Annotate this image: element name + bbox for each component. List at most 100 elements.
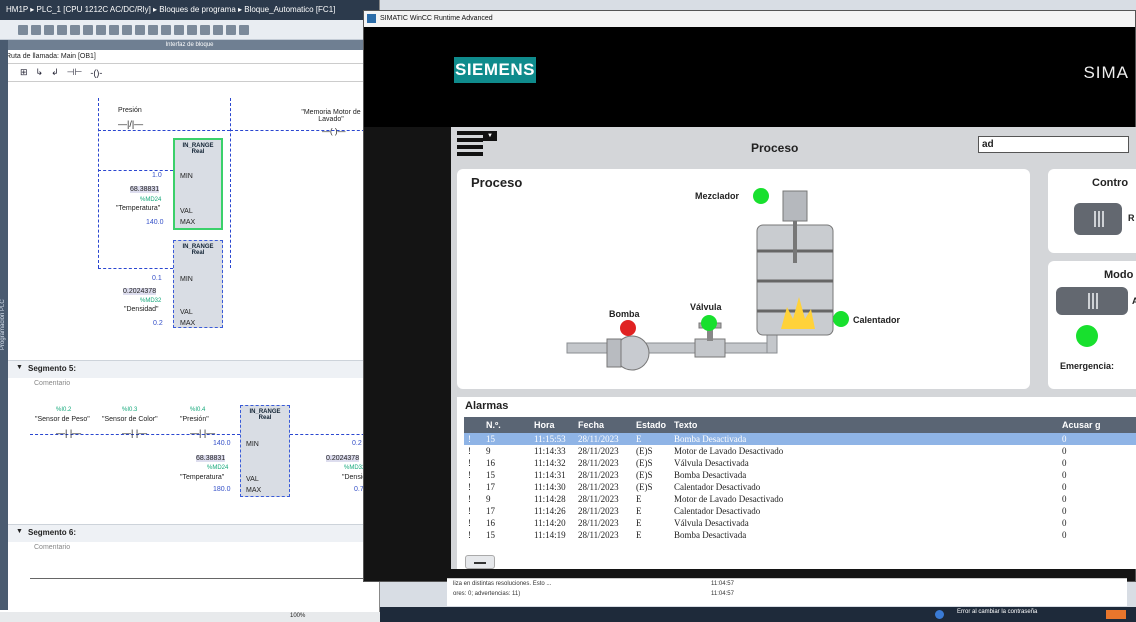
col-fecha[interactable]: Fecha (574, 417, 632, 433)
control-switch[interactable] (1074, 203, 1122, 235)
toolbar-icon[interactable] (44, 24, 54, 35)
alarm-row[interactable]: ! 17 11:14:30 28/11/2023 (E)S Calentador Desa… (464, 481, 1136, 493)
col-no[interactable]: N.º. (482, 417, 530, 433)
mode-switch[interactable] (1056, 287, 1128, 315)
toolbar-icon[interactable] (57, 24, 67, 35)
user-field[interactable]: ad (978, 136, 1129, 153)
pin-label: MAX (180, 320, 196, 327)
in-range-block-1[interactable]: IN_RANGE Real (173, 138, 223, 230)
portal-side-strip[interactable]: Programación PLC (0, 40, 8, 610)
alarm-row[interactable]: ! 15 11:14:31 28/11/2023 (E)S Bomba Desactiva… (464, 469, 1136, 481)
toolbar-icon[interactable] (135, 24, 145, 35)
toolbar-icon[interactable] (148, 24, 158, 35)
toolbar-icon[interactable] (200, 24, 210, 35)
toolbar-icon[interactable] (213, 24, 223, 35)
block-type: IN_RANGE (249, 409, 281, 415)
zoom-level[interactable]: 100% (290, 613, 305, 619)
collapse-icon[interactable]: ▼ (16, 528, 23, 535)
segment-comment[interactable]: Comentario (34, 544, 70, 551)
monitor-value: 68.38831 (196, 455, 226, 462)
no-contact[interactable]: —| |— (56, 428, 81, 438)
alarm-row[interactable]: ! 15 11:15:53 28/11/2023 E Bomba Desactivada 0 (464, 433, 1136, 445)
coil[interactable]: —( )— (322, 127, 346, 136)
in-range-block-3[interactable]: IN_RANGE Real (240, 405, 290, 497)
toolbar-icon[interactable] (239, 24, 249, 35)
contact-icon[interactable]: ⊣⊢ (67, 67, 83, 78)
collapse-icon[interactable]: ▼ (16, 364, 23, 371)
branch-close-icon[interactable]: ↲ (51, 67, 59, 78)
toolbar-icon[interactable] (31, 24, 41, 35)
alarm-ack-button[interactable] (465, 555, 495, 569)
toolbar-icon[interactable] (18, 24, 28, 35)
wincc-titlebar[interactable]: SIMATIC WinCC Runtime Advanced (364, 11, 1135, 27)
valve-icon (694, 338, 726, 358)
alarm-row[interactable]: ! 9 11:14:33 28/11/2023 (E)S Motor de Lavado … (464, 445, 1136, 457)
no-contact[interactable]: —| |— (122, 428, 147, 438)
alarm-row[interactable]: ! 15 11:14:19 28/11/2023 E Bomba Desactivada 0 (464, 529, 1136, 541)
segment-comment[interactable]: Comentario (34, 380, 70, 387)
alarm-cell-hora: 11:14:26 (534, 506, 566, 516)
block-interface-bar[interactable]: Interfaz de bloque (0, 40, 379, 50)
toolbar-icon[interactable] (187, 24, 197, 35)
monitor-value: 0.2024378 (326, 455, 360, 462)
toolbar-icon[interactable] (70, 24, 80, 35)
output-log: liza en distintas resoluciones. Esto ...… (447, 578, 1127, 606)
screen-header: ▼ Proceso ad (451, 127, 1136, 169)
branch-open-icon[interactable]: ↳ (36, 67, 44, 78)
alarm-cell-texto: Bomba Desactivada (674, 530, 747, 540)
tag-name: "Sensor de Peso" (35, 416, 90, 423)
col-acusar[interactable]: Acusar g (1058, 417, 1136, 433)
pin-label: MIN (180, 173, 193, 180)
alarm-row[interactable]: ! 16 11:14:32 28/11/2023 (E)S Válvula Desacti… (464, 457, 1136, 469)
horizontal-scrollbar[interactable]: 100% (0, 612, 380, 622)
tag-name: "Temperatura" (180, 474, 225, 481)
alarm-table[interactable]: N.º. Hora Fecha Estado Texto Acusar g ! 1… (464, 417, 1136, 541)
toolbar-icon[interactable] (174, 24, 184, 35)
toolbar-icon[interactable] (96, 24, 106, 35)
hmi-screen: ▼ Proceso ad Proceso Mezclador Bomba Vál… (451, 127, 1136, 569)
alarm-cell-fecha: 28/11/2023 (578, 458, 619, 468)
alarm-cell-mark: ! (468, 506, 471, 516)
col-estado[interactable]: Estado (632, 417, 670, 433)
info-icon[interactable] (935, 610, 944, 619)
alarm-cell-no: 15 (482, 433, 530, 445)
coil-tag: "Memoria Motor de Lavado" (301, 109, 361, 123)
alarm-cell-estado: (E)S (636, 482, 653, 492)
col-hora[interactable]: Hora (530, 417, 574, 433)
tag-name: "Presión" (180, 416, 209, 423)
col-texto[interactable]: Texto (670, 417, 1058, 433)
rung-wire (230, 98, 231, 268)
alarm-cell-mark: ! (468, 482, 471, 492)
tag-name: "Densidad" (124, 306, 159, 313)
alarm-cell-no: 9 (486, 494, 491, 504)
nc-contact[interactable]: —|/|— (118, 119, 143, 129)
alarm-row[interactable]: ! 16 11:14:20 28/11/2023 E Válvula Desactivad… (464, 517, 1136, 529)
no-contact[interactable]: —| |— (190, 428, 215, 438)
toolbar-icon[interactable] (226, 24, 236, 35)
pin-label: MIN (180, 276, 193, 283)
network-icon[interactable]: ⊞ (20, 67, 28, 78)
alarm-cell-ack: 0 (1058, 433, 1136, 445)
toolbar-icon[interactable] (161, 24, 171, 35)
segment-6-title: Segmento 6: (28, 528, 77, 537)
toolbar-icon[interactable] (122, 24, 132, 35)
status-message[interactable]: Error al cambiar la contraseña (957, 609, 1037, 615)
coil-icon[interactable]: -()- (90, 68, 102, 78)
alarm-cell-fecha: 28/11/2023 (578, 494, 619, 504)
block-type: IN_RANGE (182, 143, 214, 149)
alarm-cell-ack: 0 (1062, 446, 1067, 456)
toolbar-icon[interactable] (109, 24, 119, 35)
alarm-cell-hora: 11:15:53 (530, 433, 574, 445)
bomba-label: Bomba (609, 309, 640, 319)
toolbar-icon[interactable] (83, 24, 93, 35)
alarm-cell-fecha: 28/11/2023 (578, 506, 619, 516)
chevron-down-icon: ▼ (483, 131, 497, 141)
alarm-row[interactable]: ! 9 11:14:28 28/11/2023 E Motor de Lavado Des… (464, 493, 1136, 505)
alarm-cell-hora: 11:14:20 (534, 518, 566, 528)
mode-title: Modo (1104, 269, 1134, 281)
tag-name: "Temperatura" (116, 205, 161, 212)
alarm-row[interactable]: ! 17 11:14:26 28/11/2023 E Calentador Desacti… (464, 505, 1136, 517)
alarm-cell-no: 17 (486, 482, 495, 492)
alarm-cell-fecha: 28/11/2023 (578, 530, 619, 540)
menu-button[interactable]: ▼ (457, 131, 497, 157)
